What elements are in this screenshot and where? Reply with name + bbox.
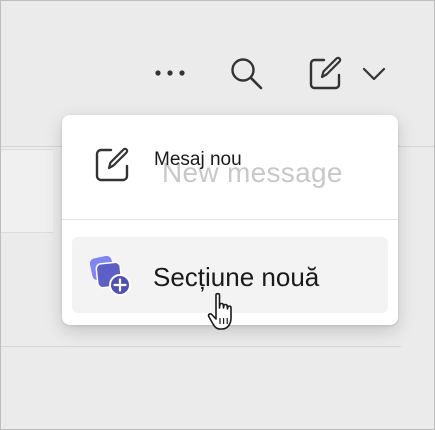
background-panel	[1, 149, 53, 233]
menu-item-label: Mesaj nou	[154, 149, 242, 170]
more-options-button[interactable]	[149, 57, 191, 89]
compose-icon	[95, 147, 129, 182]
menu-item-new-section[interactable]: Secțiune nouă	[72, 237, 388, 313]
search-icon	[231, 58, 263, 90]
new-options-dropdown-button[interactable]	[359, 61, 389, 87]
menu-divider	[62, 219, 398, 220]
new-section-icon	[89, 255, 131, 296]
new-message-button[interactable]	[303, 53, 347, 95]
compose-icon	[309, 56, 342, 90]
more-horizontal-icon	[155, 70, 185, 76]
app-window: New message Mesaj nou Secțiune nouă	[0, 0, 435, 430]
new-dropdown-menu: New message Mesaj nou Secțiune nouă	[62, 115, 398, 325]
menu-item-new-message[interactable]: New message Mesaj nou	[72, 127, 388, 203]
background-divider	[1, 346, 401, 347]
chevron-down-icon	[362, 67, 386, 81]
menu-item-label: Secțiune nouă	[153, 262, 320, 292]
search-button[interactable]	[225, 53, 269, 95]
